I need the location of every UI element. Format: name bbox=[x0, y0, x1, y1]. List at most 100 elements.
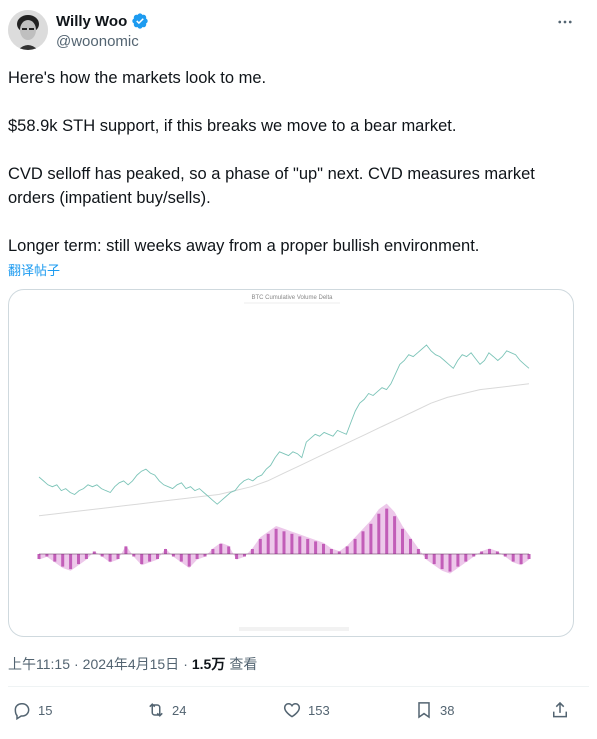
cvd-bar bbox=[314, 541, 318, 554]
like-count: 153 bbox=[308, 702, 330, 718]
cvd-bar bbox=[495, 551, 499, 554]
bookmark-button[interactable]: 38 bbox=[414, 700, 454, 720]
cvd-bar bbox=[424, 554, 428, 559]
tweet-paragraph: Here's how the markets look to me. bbox=[8, 69, 267, 87]
cvd-bar bbox=[488, 549, 491, 554]
reply-count: 15 bbox=[38, 702, 53, 718]
cvd-bar bbox=[480, 551, 484, 554]
cvd-bar bbox=[92, 551, 96, 554]
cvd-bar bbox=[266, 533, 270, 554]
tweet-media-image[interactable]: BTC Cumulative Volume Delta bbox=[8, 289, 574, 637]
divider bbox=[8, 686, 589, 687]
action-bar: 15 24 153 38 bbox=[0, 700, 597, 730]
cvd-bar bbox=[282, 531, 286, 554]
heart-icon bbox=[283, 702, 301, 718]
chart-title: BTC Cumulative Volume Delta bbox=[251, 295, 333, 301]
cvd-bar bbox=[511, 554, 515, 562]
cvd-bar bbox=[440, 554, 444, 570]
meta-separator: · bbox=[74, 656, 79, 672]
price-line bbox=[38, 344, 530, 505]
cvd-bar bbox=[148, 554, 152, 562]
cvd-bar bbox=[37, 554, 41, 559]
cvd-bar bbox=[69, 554, 73, 570]
author-display-name[interactable]: Willy Woo bbox=[56, 13, 127, 30]
cvd-bar bbox=[235, 554, 239, 559]
cvd-bar bbox=[211, 549, 215, 554]
cvd-bar bbox=[329, 549, 333, 554]
tweet-meta: 上午11:15 · 2024年4月15日 · 1.5万 查看 bbox=[8, 654, 257, 674]
cvd-bar bbox=[100, 554, 104, 557]
cvd-bar bbox=[416, 549, 420, 554]
cvd-bar bbox=[124, 546, 128, 554]
cvd-bar bbox=[377, 513, 381, 554]
bookmark-count: 38 bbox=[440, 702, 455, 718]
share-button[interactable] bbox=[550, 700, 570, 720]
views-count: 1.5万 bbox=[191, 656, 226, 672]
cvd-bar bbox=[195, 554, 199, 559]
cvd-bar bbox=[84, 554, 88, 559]
cvd-bar bbox=[322, 543, 325, 554]
cvd-bar bbox=[45, 554, 49, 557]
repost-count: 24 bbox=[172, 702, 187, 718]
cvd-bar bbox=[306, 538, 310, 554]
cvd-bar bbox=[519, 554, 523, 565]
tweet-date[interactable]: 2024年4月15日 bbox=[83, 654, 180, 674]
cvd-bar bbox=[353, 538, 357, 554]
tweet-paragraph: Longer term: still weeks away from a pro… bbox=[8, 237, 480, 255]
cvd-bar bbox=[385, 508, 389, 554]
cvd-bar bbox=[61, 554, 65, 567]
tweet-time[interactable]: 上午11:15 bbox=[8, 654, 70, 674]
cvd-bar bbox=[448, 554, 452, 572]
like-button[interactable]: 153 bbox=[282, 700, 330, 720]
cvd-bar bbox=[401, 528, 404, 554]
cvd-bar bbox=[409, 538, 412, 554]
cvd-bar bbox=[456, 554, 460, 567]
cvd-bar bbox=[187, 554, 191, 567]
cvd-bar bbox=[227, 546, 231, 554]
cvd-bar bbox=[369, 523, 373, 554]
cvd-bar bbox=[393, 516, 397, 554]
cvd-bar bbox=[164, 549, 167, 554]
cvd-bar bbox=[156, 554, 159, 559]
reply-button[interactable]: 15 bbox=[12, 700, 52, 720]
cvd-bar bbox=[298, 536, 302, 554]
cvd-bar bbox=[243, 554, 246, 557]
cvd-bar bbox=[140, 554, 144, 565]
cvd-bar bbox=[258, 538, 262, 554]
cvd-bar bbox=[464, 554, 468, 562]
cvd-bar bbox=[171, 554, 175, 557]
translate-post-link[interactable]: 翻译帖子 bbox=[8, 260, 60, 279]
sth-line bbox=[38, 383, 530, 517]
tweet-paragraph: $58.9k STH support, if this breaks we mo… bbox=[8, 117, 457, 135]
cvd-bar bbox=[472, 554, 476, 557]
cvd-bar bbox=[290, 533, 294, 554]
cvd-bar bbox=[132, 554, 136, 557]
chart-legend bbox=[239, 627, 349, 631]
tweet-text: Here's how the markets look to me. $58.9… bbox=[8, 66, 583, 258]
cvd-bar bbox=[108, 554, 112, 562]
more-dots-icon bbox=[558, 20, 572, 24]
avatar[interactable] bbox=[8, 10, 48, 50]
cvd-bar bbox=[203, 554, 207, 557]
cvd-bar bbox=[53, 554, 57, 562]
cvd-bar bbox=[337, 551, 341, 554]
author-name-row: Willy Woo bbox=[56, 12, 149, 30]
tweet-card: Willy Woo @woonomic Here's how the marke… bbox=[0, 0, 597, 739]
author-handle[interactable]: @woonomic bbox=[56, 33, 139, 50]
bookmark-icon bbox=[418, 702, 430, 719]
verified-badge-icon bbox=[132, 13, 148, 29]
cvd-bar bbox=[250, 549, 254, 554]
cvd-bar bbox=[179, 554, 183, 562]
reply-icon bbox=[14, 703, 30, 720]
tweet-paragraph: CVD selloff has peaked, so a phase of "u… bbox=[8, 165, 535, 207]
more-options-button[interactable] bbox=[553, 10, 577, 34]
cvd-bar bbox=[361, 531, 365, 554]
cvd-bar bbox=[432, 554, 436, 565]
cvd-bar bbox=[345, 546, 349, 554]
meta-separator: · bbox=[183, 656, 188, 672]
cvd-bar bbox=[527, 554, 531, 559]
cvd-bar bbox=[219, 543, 223, 554]
repost-button[interactable]: 24 bbox=[146, 700, 186, 720]
repost-icon bbox=[149, 703, 163, 717]
cvd-chart: BTC Cumulative Volume Delta bbox=[37, 295, 531, 631]
